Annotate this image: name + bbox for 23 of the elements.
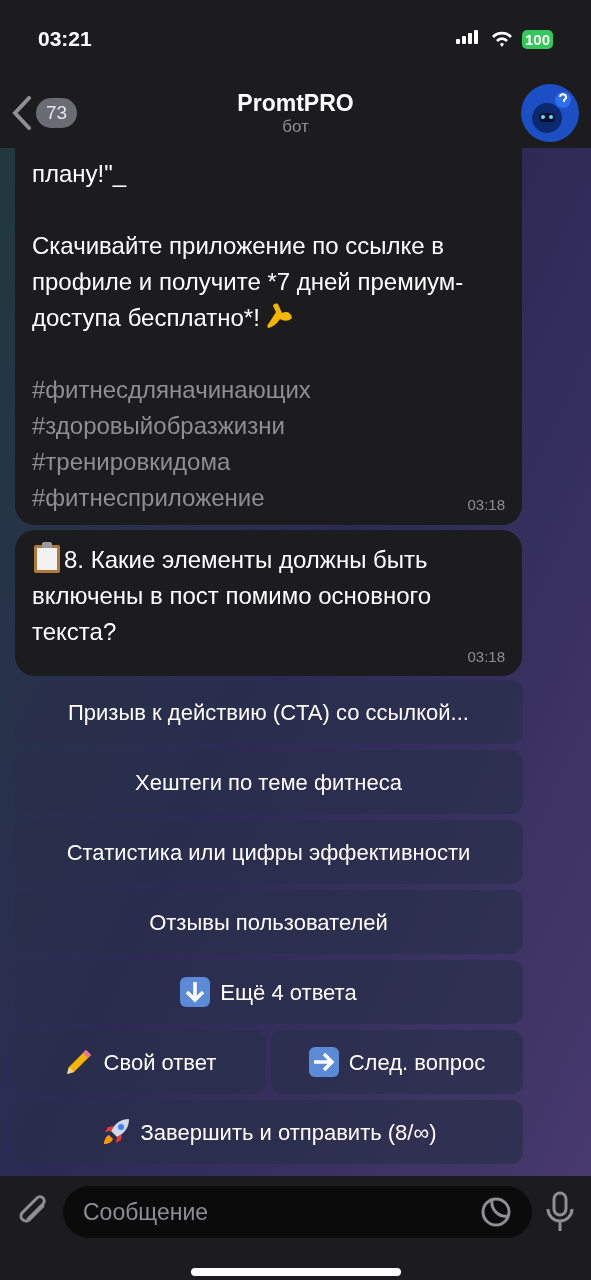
keyboard-button[interactable]: Отзывы пользователей xyxy=(14,890,523,954)
microphone-icon[interactable] xyxy=(544,1191,576,1233)
hashtag-link[interactable]: #тренировкидома xyxy=(32,444,231,480)
keyboard-button[interactable]: След. вопрос xyxy=(271,1030,523,1094)
keyboard-button[interactable]: Свой ответ xyxy=(14,1030,266,1094)
chat-subtitle: бот xyxy=(282,117,309,137)
hashtag-link[interactable]: #фитнесприложение xyxy=(32,480,265,516)
status-time: 03:21 xyxy=(38,26,92,53)
battery-icon: 100 xyxy=(521,29,553,49)
unread-count-badge[interactable]: 73 xyxy=(36,98,78,128)
sticker-icon[interactable] xyxy=(480,1196,512,1228)
hashtag-link[interactable]: #фитнесдляначинающих xyxy=(32,372,311,408)
message-field[interactable]: Сообщение xyxy=(63,1186,532,1238)
back-icon[interactable] xyxy=(12,96,32,130)
message-text: Скачивайте приложение по ссылке в профиле и получите *7 дней премиум-доступа бесплатно*! xyxy=(32,231,465,333)
keyboard-button[interactable]: Завершить и отправить (8/∞) xyxy=(14,1100,523,1164)
keyboard-button[interactable]: Ещё 4 ответа xyxy=(14,960,523,1024)
hashtag-link[interactable]: #здоровыйобразжизни xyxy=(32,408,285,444)
chat-title: PromtPRO xyxy=(237,89,354,117)
bot-avatar[interactable] xyxy=(521,84,579,142)
clipboard-icon xyxy=(32,541,62,574)
message-time: 03:18 xyxy=(467,495,505,515)
message-text: плану!"_ xyxy=(32,159,128,189)
